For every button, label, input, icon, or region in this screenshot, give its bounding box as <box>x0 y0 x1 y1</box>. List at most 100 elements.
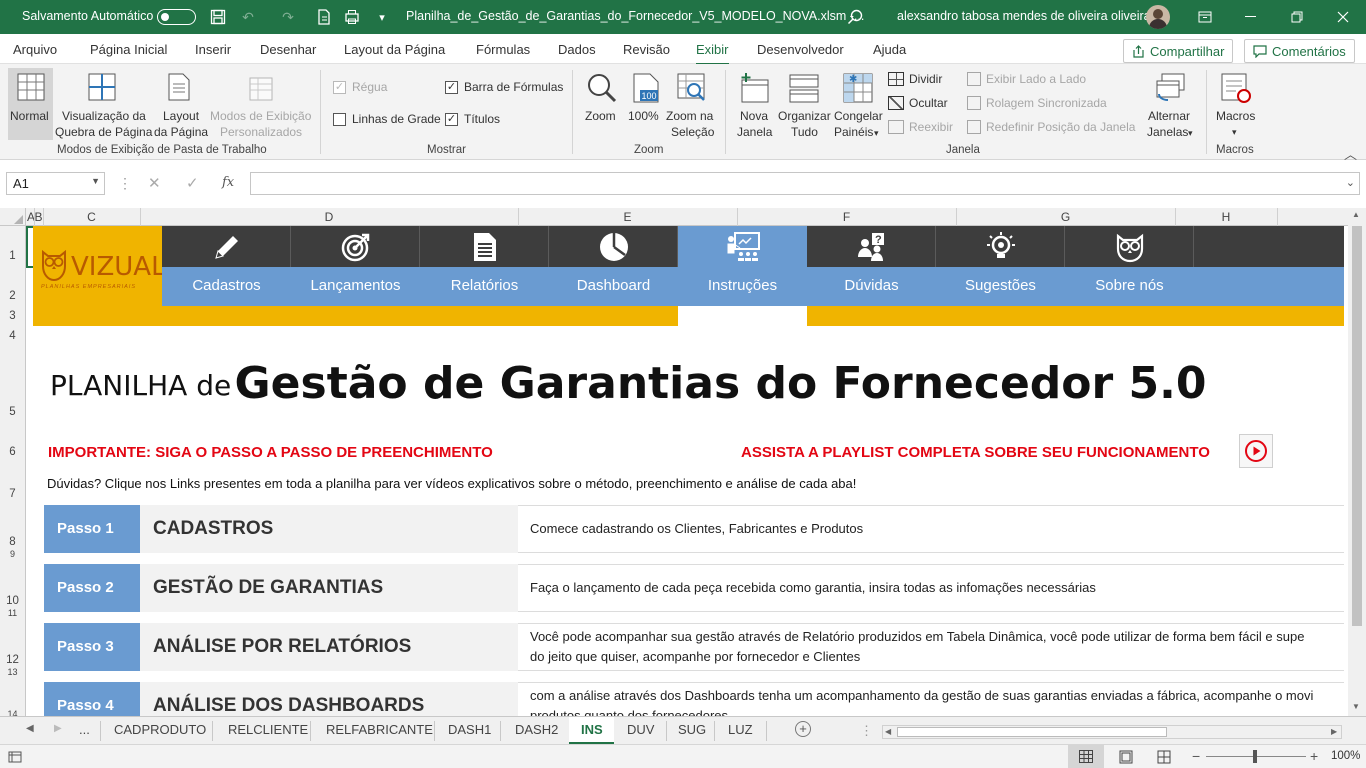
tab-revisao[interactable]: Revisão <box>623 42 670 57</box>
row-header[interactable]: 2 <box>0 290 25 302</box>
sheet-tab-ins[interactable]: INS <box>581 722 603 737</box>
row-header[interactable]: 3 <box>0 310 25 322</box>
row-header[interactable]: 7 <box>0 488 25 500</box>
customize-toolbar-icon[interactable]: ▾ <box>372 7 392 27</box>
name-box-dropdown-icon[interactable]: ▼ <box>91 176 100 186</box>
nav-lancamentos[interactable]: Lançamentos <box>291 226 420 306</box>
nav-relatorios[interactable]: Relatórios <box>420 226 549 306</box>
ribbon-display-icon[interactable] <box>1195 7 1215 27</box>
step-row[interactable]: Passo 2 GESTÃO DE GARANTIAS Faça o lança… <box>44 564 1344 612</box>
tab-dados[interactable]: Dados <box>558 42 596 57</box>
tab-desenvolvedor[interactable]: Desenvolvedor <box>757 42 844 57</box>
tab-pagina-inicial[interactable]: Página Inicial <box>90 42 167 57</box>
save-icon[interactable] <box>208 7 228 27</box>
sheet-tab-duv[interactable]: DUV <box>627 722 654 737</box>
logo[interactable]: VIZUAL PLANILHAS EMPRESARIAIS <box>33 226 166 306</box>
custom-views-button[interactable]: Modos de Exibição Personalizados <box>210 68 314 140</box>
macros-button[interactable]: Macros ▾ <box>1212 68 1260 140</box>
tab-inserir[interactable]: Inserir <box>195 42 231 57</box>
close-icon[interactable] <box>1333 7 1353 27</box>
step-row[interactable]: Passo 4 ANÁLISE DOS DASHBOARDS com a aná… <box>44 682 1344 716</box>
page-break-status-icon[interactable] <box>1157 750 1171 764</box>
print-preview-icon[interactable] <box>342 7 362 27</box>
insert-function-icon[interactable]: fx <box>222 175 234 190</box>
sheet-tab-relfabricante[interactable]: RELFABRICANTE <box>326 722 433 737</box>
tab-formulas[interactable]: Fórmulas <box>476 42 530 57</box>
sheet-tab-luz[interactable]: LUZ <box>728 722 753 737</box>
normal-view-status-button[interactable] <box>1068 745 1104 768</box>
freeze-panes-button[interactable]: ✱ Congelar Painéis ▾ <box>832 68 884 140</box>
step-row[interactable]: Passo 3 ANÁLISE POR RELATÓRIOS Você pode… <box>44 623 1344 671</box>
arrange-all-button[interactable]: Organizar Tudo <box>778 68 831 140</box>
nav-dashboard[interactable]: Dashboard <box>549 226 678 306</box>
column-header-h[interactable]: H <box>1175 210 1277 224</box>
avatar[interactable] <box>1146 5 1170 29</box>
tab-prev-icon[interactable]: ◀ <box>26 723 34 734</box>
tab-ajuda[interactable]: Ajuda <box>873 42 906 57</box>
worksheet[interactable]: VIZUAL PLANILHAS EMPRESARIAIS Cadastros … <box>26 226 1344 716</box>
zoom-slider-thumb[interactable] <box>1253 750 1257 763</box>
normal-view-button[interactable]: Normal <box>8 68 53 140</box>
row-header[interactable]: 6 <box>0 446 25 458</box>
macro-recording-icon[interactable] <box>8 751 22 763</box>
row-header[interactable]: 12 <box>0 654 25 666</box>
sheet-tab-relcliente[interactable]: RELCLIENTE <box>228 722 308 737</box>
switch-windows-button[interactable]: Alternar Janelas ▾ <box>1144 68 1198 140</box>
headings-checkbox[interactable]: ✓ Títulos <box>445 112 500 126</box>
row-header[interactable]: 1 <box>0 250 25 262</box>
column-header-b[interactable]: B <box>34 210 43 224</box>
enter-icon[interactable]: ✓ <box>186 174 199 192</box>
tab-layout-da-pagina[interactable]: Layout da Página <box>344 42 445 57</box>
row-header[interactable]: 5 <box>0 406 25 418</box>
zoom-level[interactable]: 100% <box>1331 750 1360 762</box>
scroll-left-icon[interactable]: ◀ <box>885 727 891 736</box>
synchronous-scrolling-button[interactable]: Rolagem Sincronizada <box>967 96 1107 110</box>
vertical-scrollbar[interactable]: ▲ ▼ <box>1348 208 1366 716</box>
reset-window-position-button[interactable]: Redefinir Posição da Janela <box>967 120 1135 134</box>
tab-more[interactable]: ... <box>79 722 90 737</box>
tab-desenhar[interactable]: Desenhar <box>260 42 316 57</box>
column-header-d[interactable]: D <box>140 210 518 224</box>
page-break-view-button[interactable]: Visualização da Quebra de Página <box>54 68 152 140</box>
formula-bar-checkbox[interactable]: ✓ Barra de Fórmulas <box>445 80 563 94</box>
tab-next-icon[interactable]: ▶ <box>54 723 62 734</box>
sheet-tab-dash1[interactable]: DASH1 <box>448 722 491 737</box>
comments-button[interactable]: Comentários <box>1244 39 1355 63</box>
sheet-tab-cadproduto[interactable]: CADPRODUTO <box>114 722 206 737</box>
playlist-link[interactable]: ASSISTA A PLAYLIST COMPLETA SOBRE SEU FU… <box>741 444 1210 461</box>
redo-icon[interactable]: ↷ <box>278 7 298 27</box>
add-sheet-icon[interactable]: + <box>795 721 811 737</box>
hide-button[interactable]: Ocultar <box>888 96 948 110</box>
nav-cadastros[interactable]: Cadastros <box>162 226 291 306</box>
name-box[interactable]: A1 ▼ <box>6 172 105 195</box>
zoom-out-button[interactable]: − <box>1192 748 1200 764</box>
row-header[interactable]: 4 <box>0 330 25 342</box>
row-header[interactable]: 8 <box>0 536 25 548</box>
tab-arquivo[interactable]: Arquivo <box>13 42 57 57</box>
share-button[interactable]: Compartilhar <box>1123 39 1234 63</box>
minimize-icon[interactable] <box>1241 7 1261 27</box>
nav-sugestoes[interactable]: Sugestões <box>936 226 1065 306</box>
gridlines-checkbox[interactable]: Linhas de Grade <box>333 112 441 126</box>
zoom-button[interactable]: Zoom <box>582 68 622 140</box>
ruler-checkbox[interactable]: ✓ Régua <box>333 80 387 94</box>
column-header-e[interactable]: E <box>518 210 737 224</box>
autosave-toggle[interactable] <box>157 9 196 25</box>
scroll-right-icon[interactable]: ▶ <box>1331 727 1337 736</box>
row-header[interactable]: 9 <box>0 549 25 559</box>
nav-instrucoes[interactable]: Instruções <box>678 226 807 306</box>
cancel-icon[interactable]: ✕ <box>148 174 161 192</box>
zoom-selection-button[interactable]: Zoom na Seleção <box>664 68 718 140</box>
split-button[interactable]: Dividir <box>888 72 942 86</box>
scroll-thumb[interactable] <box>1352 226 1362 626</box>
play-button[interactable] <box>1239 434 1273 468</box>
view-side-by-side-button[interactable]: Exibir Lado a Lado <box>967 72 1086 86</box>
horizontal-scroll-thumb[interactable] <box>897 727 1167 737</box>
horizontal-scrollbar[interactable]: ◀ ▶ <box>882 725 1342 739</box>
zoom-100-button[interactable]: 100 100% <box>626 68 664 140</box>
sheet-tab-dash2[interactable]: DASH2 <box>515 722 558 737</box>
row-header[interactable]: 10 <box>0 595 25 607</box>
scroll-down-icon[interactable]: ▼ <box>1352 702 1360 711</box>
page-layout-view-button[interactable]: Layout da Página <box>154 68 208 140</box>
column-header-c[interactable]: C <box>43 210 140 224</box>
